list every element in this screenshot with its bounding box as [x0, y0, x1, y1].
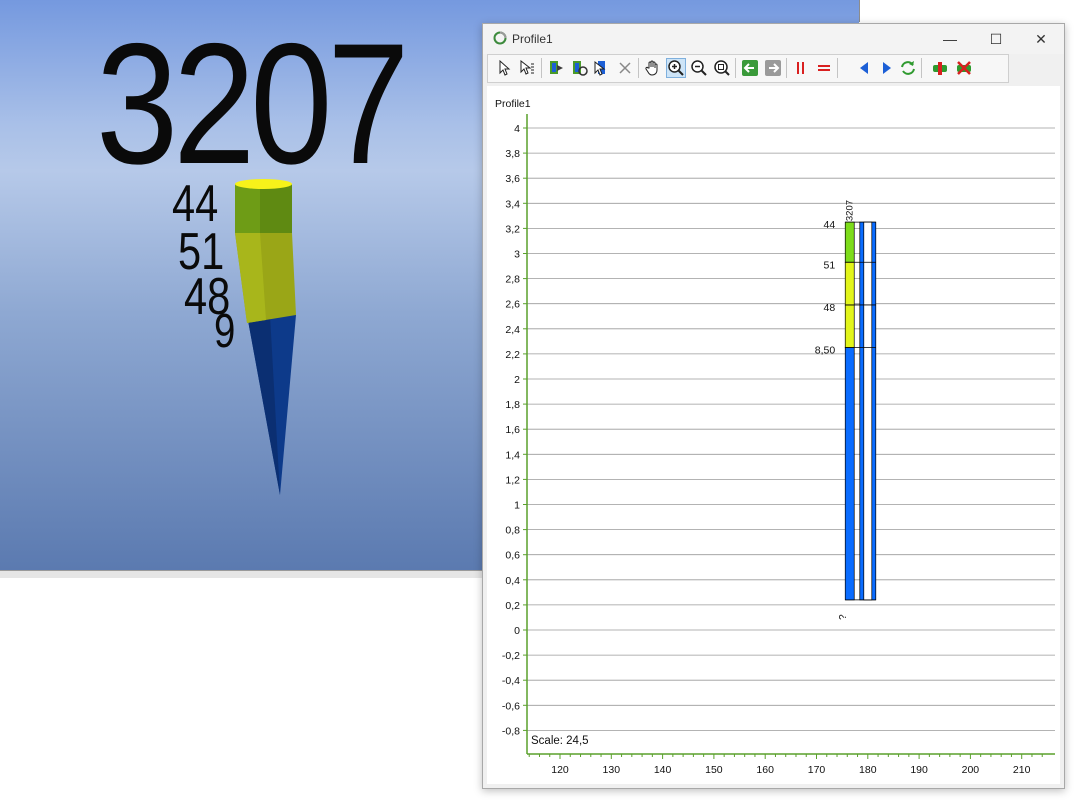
x-tick-label: 190: [910, 764, 928, 776]
y-tick-label: 2: [514, 374, 520, 386]
y-tick-label: 0,6: [505, 550, 520, 562]
y-tick-label: 3: [514, 249, 520, 261]
arrow-right-icon[interactable]: [763, 58, 783, 78]
layer-label: 44: [824, 219, 836, 231]
app-icon: [493, 31, 507, 45]
borehole-column[interactable]: 44 51 48 8,50 3207?: [815, 200, 877, 620]
profile-window[interactable]: Profile1 — ☐ ✕ Profile1 4 3,8 3,6 3,4 3,…: [482, 23, 1065, 789]
plot-title: Profile1: [495, 98, 531, 110]
y-tick-label: -0,4: [502, 675, 520, 687]
y-tick-label: -0,6: [502, 700, 520, 712]
borehole-name-3d: 3207: [96, 8, 410, 200]
triangle-left-icon[interactable]: [854, 58, 874, 78]
x-tick-label: 160: [756, 764, 774, 776]
y-tick-label: 4: [514, 123, 520, 135]
profile-chart[interactable]: Profile1 4 3,8 3,6 3,4 3,2 3 2,8 2,6 2,4 2,2 2 1,8 1…: [487, 86, 1060, 784]
triangle-right-icon[interactable]: [877, 58, 897, 78]
viewport-bottom-edge: [0, 570, 490, 578]
y-axis: 4 3,8 3,6 3,4 3,2 3 2,8 2,6 2,4 2,2 2 1,8 1,6 1,4 1,2 1…: [502, 114, 528, 754]
x-tick-label: 150: [705, 764, 723, 776]
y-tick-label: 0,2: [505, 600, 520, 612]
borehole-select-icon[interactable]: [592, 58, 612, 78]
sync-arrows-icon[interactable]: [898, 58, 918, 78]
borehole-right-core: [863, 221, 873, 601]
delete-x-icon[interactable]: [615, 58, 635, 78]
y-tick-label: 2,4: [505, 324, 520, 336]
toolbar: [487, 54, 1009, 83]
zoom-out-icon[interactable]: [689, 58, 709, 78]
zoom-in-icon[interactable]: [666, 58, 686, 78]
y-tick-label: 3,6: [505, 173, 520, 185]
x-tick-label: 130: [603, 764, 621, 776]
x-tick-label: 200: [962, 764, 980, 776]
y-tick-label: 1,2: [505, 474, 520, 486]
borehole-bottom-label: ?: [838, 614, 849, 620]
select-arrow-icon[interactable]: [494, 58, 514, 78]
scale-label: Scale: 24,5: [531, 735, 589, 747]
borehole-layer: [844, 347, 855, 601]
close-icon: ✕: [1035, 30, 1047, 47]
title-bar[interactable]: Profile1 — ☐ ✕: [483, 24, 1064, 54]
y-tick-label: 1,6: [505, 424, 520, 436]
zoom-extent-icon[interactable]: [712, 58, 732, 78]
x-tick-label: 210: [1013, 764, 1031, 776]
y-tick-label: 2,8: [505, 274, 520, 286]
close-button[interactable]: ✕: [1018, 24, 1064, 54]
grid-lines: [527, 127, 1055, 731]
window-title: Profile1: [512, 32, 553, 46]
y-tick-label: 2,2: [505, 349, 520, 361]
x-tick-label: 170: [808, 764, 826, 776]
connect-icon[interactable]: [930, 58, 950, 78]
borehole-name: 3207: [845, 200, 856, 221]
x-tick-label: 120: [551, 764, 569, 776]
y-tick-label: 0,4: [505, 575, 520, 587]
x-axis: 120 130 140 150 160 170 180 190 200 210: [527, 753, 1055, 776]
vertical-lines-icon[interactable]: [791, 58, 811, 78]
layer-label: 8,50: [815, 345, 836, 357]
y-tick-label: 2,6: [505, 299, 520, 311]
layer-label: 51: [824, 259, 836, 271]
borehole-layer: [844, 221, 855, 263]
borehole-3d-model[interactable]: [220, 175, 340, 505]
profile-plot[interactable]: Profile1 4 3,8 3,6 3,4 3,2 3 2,8 2,6 2,4 2,2 2 1,8 1…: [487, 86, 1060, 784]
y-tick-label: -0,2: [502, 650, 520, 662]
select-edit-icon[interactable]: [517, 58, 537, 78]
y-tick-label: 0: [514, 625, 520, 637]
minimize-icon: —: [943, 31, 957, 47]
maximize-icon: ☐: [989, 30, 1003, 47]
viewport-frame: [859, 0, 868, 22]
borehole-refresh-icon[interactable]: [569, 58, 589, 78]
y-tick-label: 3,8: [505, 148, 520, 160]
maximize-button[interactable]: ☐: [973, 24, 1019, 54]
x-tick-label: 180: [859, 764, 877, 776]
y-tick-label: 1: [514, 500, 520, 512]
horizontal-lines-icon[interactable]: [814, 58, 834, 78]
y-tick-label: 1,8: [505, 399, 520, 411]
y-tick-label: 3,2: [505, 223, 520, 235]
borehole-layer: [844, 304, 855, 348]
x-tick-label: 140: [654, 764, 672, 776]
y-tick-label: 0,8: [505, 525, 520, 537]
borehole-3d-top: [235, 179, 292, 189]
pan-hand-icon[interactable]: [643, 58, 663, 78]
arrow-left-icon[interactable]: [740, 58, 760, 78]
minimize-button[interactable]: —: [927, 24, 973, 54]
y-tick-label: 3,4: [505, 198, 520, 210]
borehole-add-icon[interactable]: [546, 58, 566, 78]
borehole-layer: [844, 261, 855, 306]
disconnect-icon[interactable]: [954, 58, 974, 78]
y-tick-label: -0,8: [502, 725, 520, 737]
y-tick-label: 1,4: [505, 449, 520, 461]
layer-label: 48: [824, 302, 836, 314]
